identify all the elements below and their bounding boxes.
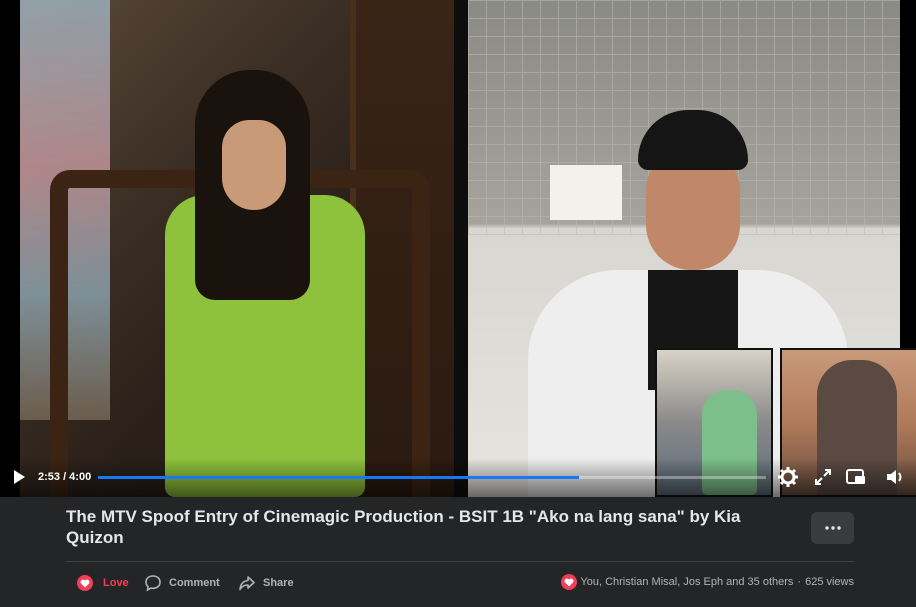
love-button[interactable]: Love [77,572,129,594]
comment-button[interactable]: Comment [144,572,220,594]
separator-dot: · [797,576,802,588]
face [222,120,286,210]
play-icon[interactable] [14,470,28,486]
video-player[interactable]: 2:53 / 4:00 [0,0,916,497]
video-title: The MTV Spoof Entry of Cinemagic Product… [66,507,741,547]
progress-fill [98,476,579,479]
settings-gear-icon[interactable] [777,466,799,488]
video-frame[interactable] [20,0,916,497]
reactors-text[interactable]: You, Christian Misal, Jos Eph and 35 oth… [580,576,793,588]
heart-reaction-icon [561,574,578,590]
comment-label: Comment [169,577,220,589]
left-video-pane [20,0,454,497]
reaction-summary[interactable]: You, Christian Misal, Jos Eph and 35 oth… [561,574,854,590]
picture-in-picture-icon[interactable] [845,466,867,488]
time-display: 2:53 / 4:00 [38,471,92,483]
action-bar: Love Comment Share You, Christian Misal,… [0,562,916,607]
hair [638,110,748,170]
share-icon [239,576,255,591]
share-label: Share [263,577,294,589]
more-dots-icon [824,526,841,530]
progress-bar[interactable] [98,476,766,479]
fullscreen-icon[interactable] [812,466,834,488]
volume-icon[interactable] [884,466,906,488]
more-options-button[interactable] [811,512,854,544]
video-info: The MTV Spoof Entry of Cinemagic Product… [0,497,916,561]
view-count: 625 views [805,576,854,588]
share-button[interactable]: Share [238,572,294,594]
love-label: Love [103,577,129,589]
player-controls: 2:53 / 4:00 [0,458,916,497]
split-divider [454,0,468,497]
comment-icon [145,575,161,592]
girl-figure [150,70,365,497]
heart-icon [77,575,93,591]
